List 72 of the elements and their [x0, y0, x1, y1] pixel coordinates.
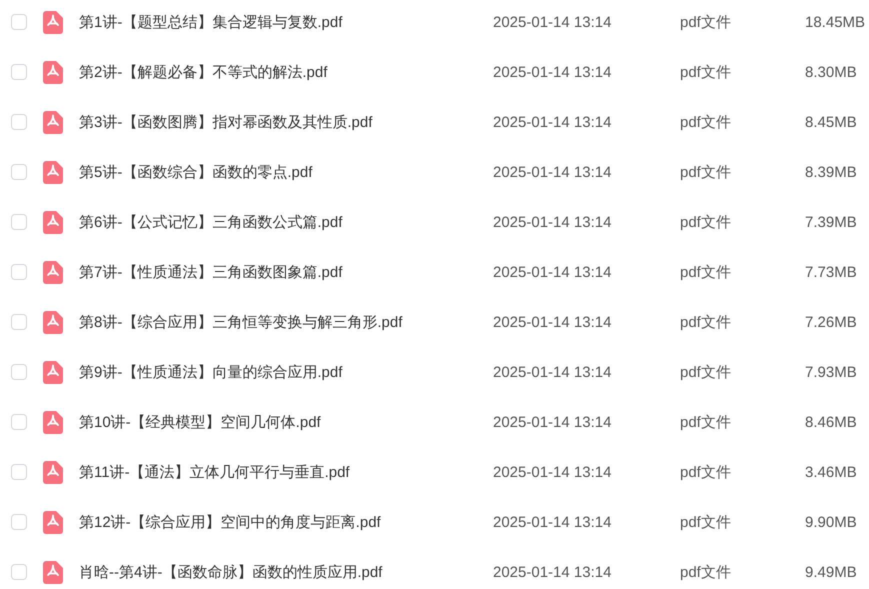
file-name[interactable]: 第2讲-【解题必备】不等式的解法.pdf	[79, 62, 493, 82]
modified-date: 2025-01-14 13:14	[493, 164, 612, 180]
file-type: pdf文件	[680, 562, 732, 582]
file-size: 3.46MB	[805, 464, 858, 480]
file-name[interactable]: 第3讲-【函数图腾】指对幂函数及其性质.pdf	[79, 112, 493, 132]
file-size: 8.39MB	[805, 164, 858, 180]
modified-date: 2025-01-14 13:14	[493, 64, 612, 80]
file-type: pdf文件	[680, 362, 732, 382]
modified-date: 2025-01-14 13:14	[493, 314, 612, 330]
pdf-file-icon	[43, 60, 63, 84]
file-type: pdf文件	[680, 212, 732, 232]
modified-date: 2025-01-14 13:14	[493, 564, 612, 580]
file-name[interactable]: 第8讲-【综合应用】三角恒等变换与解三角形.pdf	[79, 312, 493, 332]
checkbox[interactable]	[11, 214, 27, 230]
checkbox[interactable]	[11, 464, 27, 480]
checkbox[interactable]	[11, 164, 27, 180]
checkbox[interactable]	[11, 264, 27, 280]
file-name[interactable]: 第10讲-【经典模型】空间几何体.pdf	[79, 412, 493, 432]
pdf-file-icon	[43, 360, 63, 384]
file-type: pdf文件	[680, 512, 732, 532]
file-size: 7.26MB	[805, 314, 858, 330]
file-name[interactable]: 第7讲-【性质通法】三角函数图象篇.pdf	[79, 262, 493, 282]
file-size: 8.30MB	[805, 64, 858, 80]
file-name[interactable]: 肖晗--第4讲-【函数命脉】函数的性质应用.pdf	[79, 562, 493, 582]
pdf-file-icon	[43, 260, 63, 284]
modified-date: 2025-01-14 13:14	[493, 14, 612, 30]
pdf-file-icon	[43, 410, 63, 434]
checkbox[interactable]	[11, 414, 27, 430]
file-size: 8.46MB	[805, 414, 858, 430]
checkbox[interactable]	[11, 314, 27, 330]
modified-date: 2025-01-14 13:14	[493, 414, 612, 430]
checkbox[interactable]	[11, 64, 27, 80]
file-size: 18.45MB	[805, 14, 866, 30]
file-size: 9.49MB	[805, 564, 858, 580]
file-size: 7.93MB	[805, 364, 858, 380]
file-size: 8.45MB	[805, 114, 858, 130]
modified-date: 2025-01-14 13:14	[493, 214, 612, 230]
file-type: pdf文件	[680, 412, 732, 432]
checkbox[interactable]	[11, 364, 27, 380]
file-name[interactable]: 第12讲-【综合应用】空间中的角度与距离.pdf	[79, 512, 493, 532]
file-type: pdf文件	[680, 162, 732, 182]
pdf-file-icon	[43, 110, 63, 134]
pdf-file-icon	[43, 10, 63, 34]
checkbox[interactable]	[11, 114, 27, 130]
file-type: pdf文件	[680, 462, 732, 482]
file-name[interactable]: 第11讲-【通法】立体几何平行与垂直.pdf	[79, 462, 493, 482]
file-name[interactable]: 第9讲-【性质通法】向量的综合应用.pdf	[79, 362, 493, 382]
pdf-file-icon	[43, 460, 63, 484]
file-size: 9.90MB	[805, 514, 858, 530]
pdf-file-icon	[43, 160, 63, 184]
modified-date: 2025-01-14 13:14	[493, 514, 612, 530]
file-type: pdf文件	[680, 112, 732, 132]
checkbox[interactable]	[11, 564, 27, 580]
modified-date: 2025-01-14 13:14	[493, 364, 612, 380]
checkbox[interactable]	[11, 14, 27, 30]
modified-date: 2025-01-14 13:14	[493, 114, 612, 130]
file-name[interactable]: 第1讲-【题型总结】集合逻辑与复数.pdf	[79, 12, 493, 32]
file-name[interactable]: 第5讲-【函数综合】函数的零点.pdf	[79, 162, 493, 182]
file-type: pdf文件	[680, 62, 732, 82]
file-size: 7.73MB	[805, 264, 858, 280]
modified-date: 2025-01-14 13:14	[493, 464, 612, 480]
pdf-file-icon	[43, 510, 63, 534]
file-type: pdf文件	[680, 312, 732, 332]
pdf-file-icon	[43, 310, 63, 334]
file-name[interactable]: 第6讲-【公式记忆】三角函数公式篇.pdf	[79, 212, 493, 232]
file-type: pdf文件	[680, 262, 732, 282]
modified-date: 2025-01-14 13:14	[493, 264, 612, 280]
file-size: 7.39MB	[805, 214, 858, 230]
file-type: pdf文件	[680, 12, 732, 32]
pdf-file-icon	[43, 560, 63, 584]
pdf-file-icon	[43, 210, 63, 234]
checkbox[interactable]	[11, 514, 27, 530]
